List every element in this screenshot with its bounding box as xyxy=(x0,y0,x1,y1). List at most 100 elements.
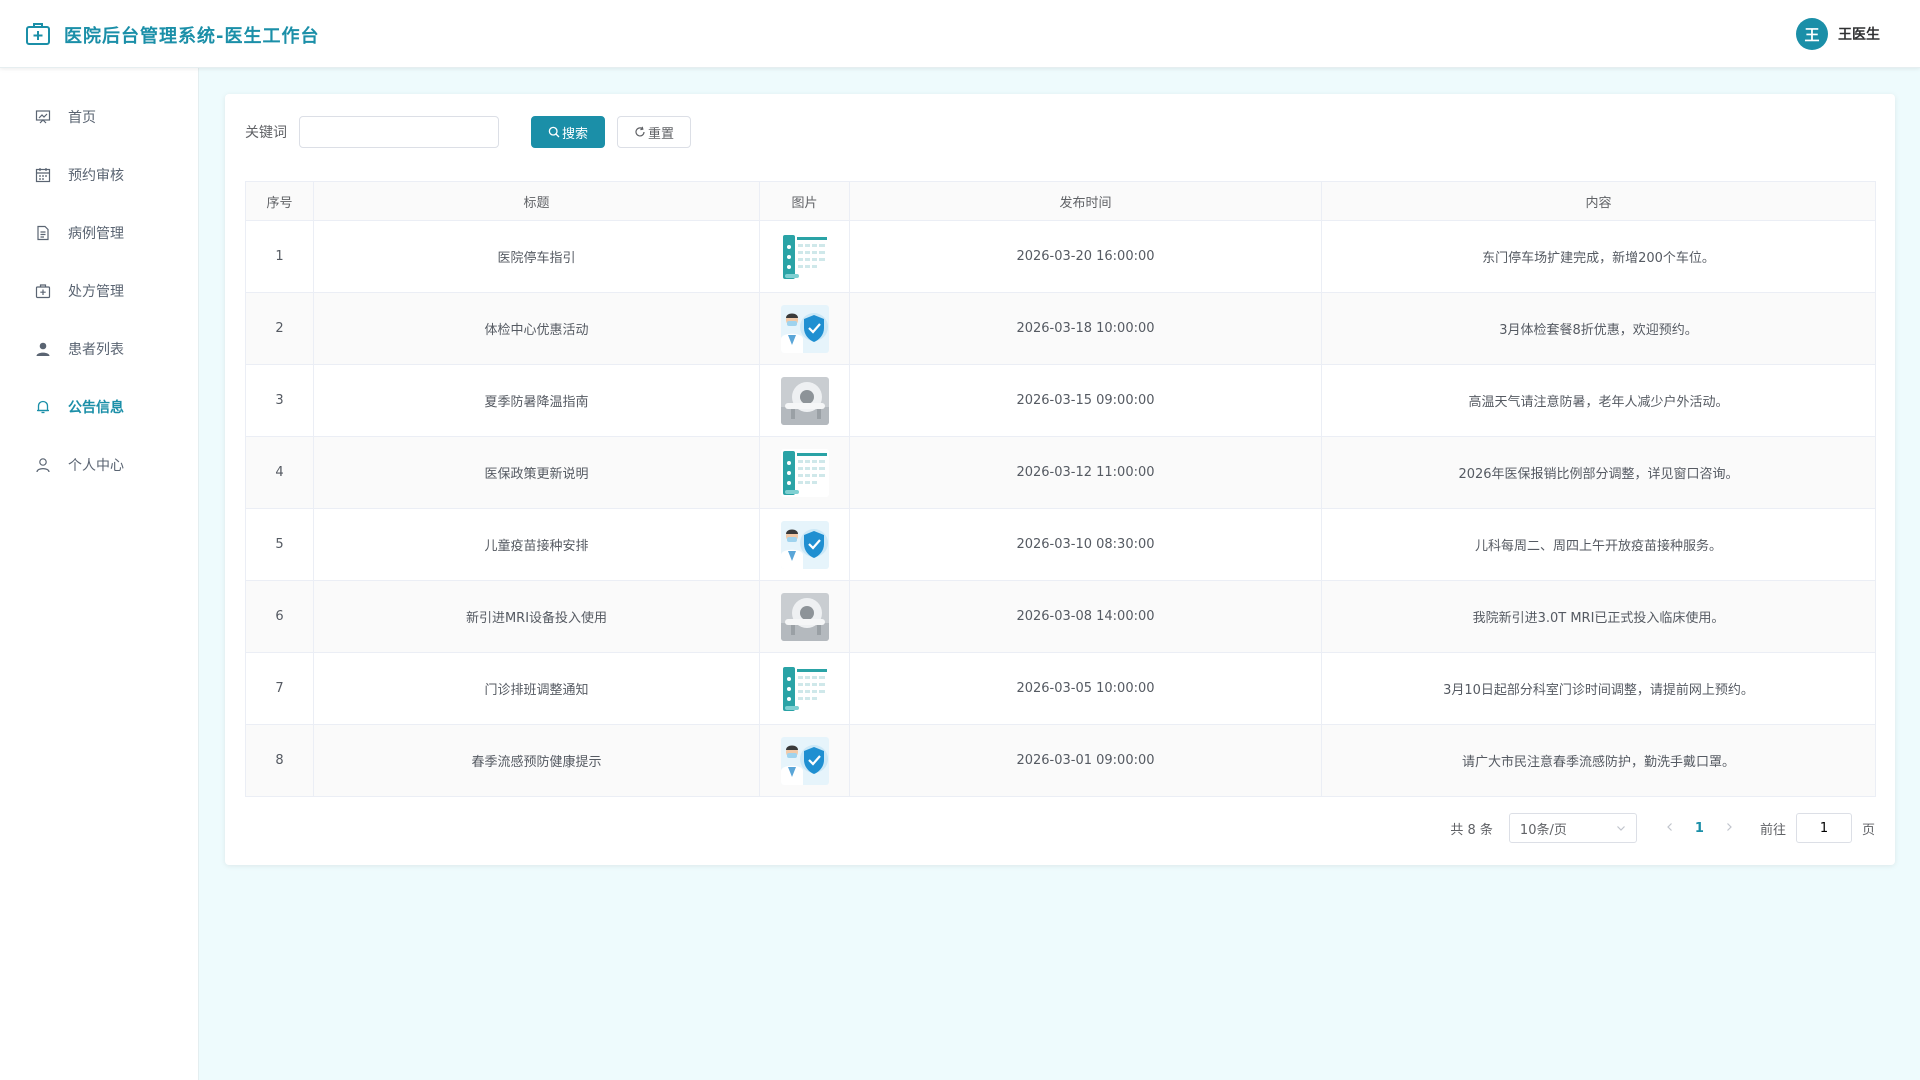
sidebar-item-label: 预约审核 xyxy=(68,168,124,184)
cell-title: 儿童疫苗接种安排 xyxy=(313,508,760,581)
reset-button-label: 重置 xyxy=(647,126,674,142)
column-header-time: 发布时间 xyxy=(849,181,1322,221)
medical-kit-logo-icon xyxy=(26,23,50,45)
next-page-button[interactable] xyxy=(1724,820,1734,836)
user-menu[interactable]: 王 王医生 xyxy=(1796,18,1880,50)
prev-page-button[interactable] xyxy=(1665,820,1675,836)
cell-time: 2026-03-05 10:00:00 xyxy=(849,652,1322,725)
cell-title: 春季流感预防健康提示 xyxy=(313,724,760,797)
total-count: 共 8 条 xyxy=(1450,822,1493,838)
cell-title: 新引进MRI设备投入使用 xyxy=(313,580,760,653)
document-icon xyxy=(34,224,52,242)
cell-index: 1 xyxy=(245,220,314,293)
chevron-left-icon xyxy=(1667,823,1672,831)
sidebar-item-home[interactable]: 首页 xyxy=(0,88,198,146)
cell-index: 5 xyxy=(245,508,314,581)
keyword-input[interactable] xyxy=(299,116,499,148)
cell-index: 7 xyxy=(245,652,314,725)
table-row: 3 夏季防暑降温指南 2026-03-15 09:00:00 高温天气请注意防暑，老年… xyxy=(245,364,1876,437)
sidebar-item-label: 患者列表 xyxy=(68,342,124,358)
calendar-icon xyxy=(34,166,52,184)
cell-image xyxy=(759,364,850,437)
table-row: 7 门诊排班调整通知 2026-03-05 10:00:00 3月10日起部分科室门诊… xyxy=(245,652,1876,725)
cell-image xyxy=(759,292,850,365)
cell-index: 2 xyxy=(245,292,314,365)
cell-time: 2026-03-20 16:00:00 xyxy=(849,220,1322,293)
cell-content: 请广大市民注意春季流感防护，勤洗手戴口罩。 xyxy=(1321,724,1876,797)
avatar[interactable]: 王 xyxy=(1796,18,1828,50)
cell-time: 2026-03-01 09:00:00 xyxy=(849,724,1322,797)
cell-index: 8 xyxy=(245,724,314,797)
announcement-table: 序号 标题 图片 发布时间 内容 1 医院停车指引 2026-03-20 16:00… xyxy=(245,181,1876,797)
sidebar-item-announcements[interactable]: 公告信息 xyxy=(0,378,198,436)
column-header-index: 序号 xyxy=(245,181,314,221)
search-button-label: 搜索 xyxy=(561,126,588,142)
page-number-current[interactable]: 1 xyxy=(1695,821,1704,836)
goto-page-input[interactable] xyxy=(1795,813,1852,843)
top-header: 医院后台管理系统-医生工作台 王 王医生 xyxy=(0,0,1920,68)
cell-content: 3月10日起部分科室门诊时间调整，请提前网上预约。 xyxy=(1321,652,1876,725)
sidebar-item-label: 个人中心 xyxy=(68,458,124,474)
cell-content: 我院新引进3.0T MRI已正式投入临床使用。 xyxy=(1321,580,1876,653)
bell-icon xyxy=(34,398,52,416)
sidebar-item-personal-center[interactable]: 个人中心 xyxy=(0,436,198,494)
announcement-thumbnail[interactable] xyxy=(780,664,829,713)
cell-image xyxy=(759,580,850,653)
table-row: 4 医保政策更新说明 2026-03-12 11:00:00 2026年医保报销比例部… xyxy=(245,436,1876,509)
announcement-thumbnail[interactable] xyxy=(780,520,829,569)
chevron-down-icon xyxy=(1616,826,1625,831)
cell-title: 医保政策更新说明 xyxy=(313,436,760,509)
announcement-thumbnail[interactable] xyxy=(780,592,829,641)
cell-content: 东门停车场扩建完成，新增200个车位。 xyxy=(1321,220,1876,293)
cell-content: 2026年医保报销比例部分调整，详见窗口咨询。 xyxy=(1321,436,1876,509)
goto-suffix: 页 xyxy=(1861,822,1875,838)
presentation-board-icon xyxy=(34,108,52,126)
goto-label: 前往 xyxy=(1759,822,1786,838)
table-header-row: 序号 标题 图片 发布时间 内容 xyxy=(245,181,1876,221)
announcement-thumbnail[interactable] xyxy=(780,448,829,497)
sidebar-item-label: 处方管理 xyxy=(68,284,124,300)
cell-index: 4 xyxy=(245,436,314,509)
announcement-thumbnail[interactable] xyxy=(780,376,829,425)
cell-time: 2026-03-12 11:00:00 xyxy=(849,436,1322,509)
user-name[interactable]: 王医生 xyxy=(1838,24,1880,44)
cell-time: 2026-03-10 08:30:00 xyxy=(849,508,1322,581)
search-button[interactable]: 搜索 xyxy=(531,116,605,148)
cell-image xyxy=(759,508,850,581)
chevron-right-icon xyxy=(1727,823,1732,831)
column-header-content: 内容 xyxy=(1321,181,1876,221)
table-row: 2 体检中心优惠活动 2026-03-18 10:00:00 3月体检套餐8折优惠，欢… xyxy=(245,292,1876,365)
cell-index: 6 xyxy=(245,580,314,653)
cell-content: 3月体检套餐8折优惠，欢迎预约。 xyxy=(1321,292,1876,365)
sidebar-item-label: 首页 xyxy=(68,110,96,126)
sidebar: 首页 预约审核 病例管理 处方管理 患者列表 公告信息 个人中心 xyxy=(0,68,199,1080)
keyword-label: 关键词 xyxy=(245,125,287,141)
search-icon xyxy=(548,126,560,138)
pagination: 共 8 条 10条/页 1 前往 页 xyxy=(1450,812,1875,844)
sidebar-item-prescription-management[interactable]: 处方管理 xyxy=(0,262,198,320)
sidebar-item-patient-list[interactable]: 患者列表 xyxy=(0,320,198,378)
cell-content: 儿科每周二、周四上午开放疫苗接种服务。 xyxy=(1321,508,1876,581)
sidebar-item-case-management[interactable]: 病例管理 xyxy=(0,204,198,262)
cell-index: 3 xyxy=(245,364,314,437)
table-row: 5 儿童疫苗接种安排 2026-03-10 08:30:00 儿科每周二、周四上午开放… xyxy=(245,508,1876,581)
user-filled-icon xyxy=(34,340,52,358)
announcement-thumbnail[interactable] xyxy=(780,736,829,785)
search-bar: 关键词 搜索 重置 xyxy=(245,116,691,148)
sidebar-item-label: 病例管理 xyxy=(68,226,124,242)
medical-kit-icon xyxy=(34,282,52,300)
cell-time: 2026-03-08 14:00:00 xyxy=(849,580,1322,653)
column-header-title: 标题 xyxy=(313,181,760,221)
reset-button[interactable]: 重置 xyxy=(617,116,691,148)
cell-title: 门诊排班调整通知 xyxy=(313,652,760,725)
table-row: 1 医院停车指引 2026-03-20 16:00:00 东门停车场扩建完成，新增20… xyxy=(245,220,1876,293)
sidebar-item-label: 公告信息 xyxy=(68,400,124,416)
app-title: 医院后台管理系统-医生工作台 xyxy=(64,26,320,47)
cell-time: 2026-03-15 09:00:00 xyxy=(849,364,1322,437)
announcement-thumbnail[interactable] xyxy=(780,232,829,281)
page-size-select[interactable]: 10条/页 xyxy=(1508,813,1637,843)
sidebar-item-appointment-review[interactable]: 预约审核 xyxy=(0,146,198,204)
cell-image xyxy=(759,652,850,725)
announcement-thumbnail[interactable] xyxy=(780,304,829,353)
cell-image xyxy=(759,220,850,293)
